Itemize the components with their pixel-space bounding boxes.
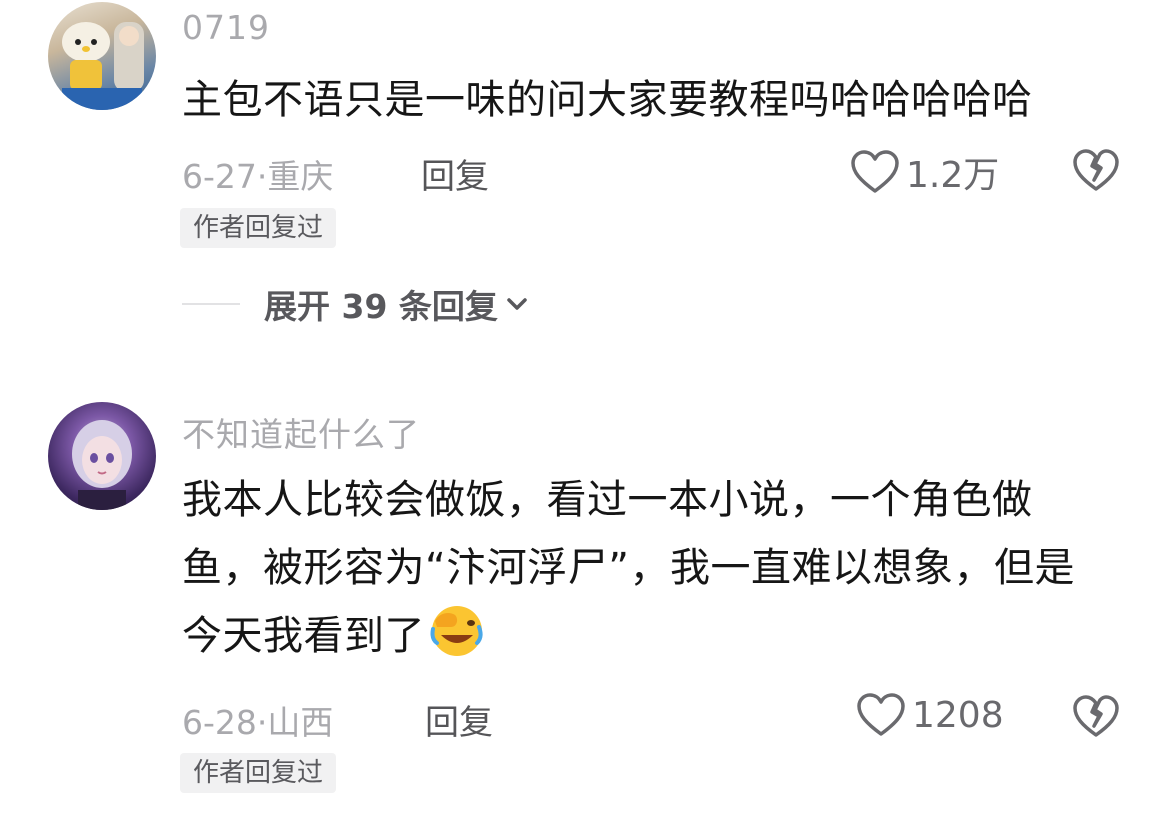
heart-icon [851, 150, 899, 193]
heart-icon [857, 693, 905, 736]
comment-text: 主包不语只是一味的问大家要教程吗哈哈哈哈哈 [182, 77, 1033, 123]
comment-date: 6-27 [182, 157, 257, 196]
broken-heart-icon [1073, 149, 1119, 191]
dislike-button[interactable] [1072, 148, 1120, 196]
meta-separator: · [256, 703, 268, 742]
author-replied-badge: 作者回复过 [180, 208, 337, 248]
comment-location: 重庆 [267, 157, 334, 196]
author-replied-badge: 作者回复过 [180, 753, 337, 793]
avatar[interactable] [48, 402, 156, 510]
comment-date: 6-28 [182, 703, 257, 742]
comment-text-block: 我本人比较会做饭，看过一本小说，一个角色做鱼，被形容为“汴河浮尸”，我一直难以想… [182, 466, 1112, 670]
expand-replies-button[interactable]: 展开 39 条回复 [182, 280, 530, 328]
chevron-down-icon [507, 298, 527, 310]
meta-separator: · [256, 157, 268, 196]
divider-line [182, 303, 240, 305]
expand-replies-label: 展开 39 条回复 [264, 287, 498, 326]
comment-meta: 6-28·山西 [182, 696, 333, 744]
broken-heart-icon [1073, 695, 1119, 737]
comment-username[interactable]: 不知道起什么了 [182, 408, 420, 456]
comment-text: 我本人比较会做饭，看过一本小说，一个角色做鱼，被形容为“汴河浮尸”，我一直难以想… [182, 477, 1075, 659]
like-button[interactable]: 1.2万 [850, 146, 999, 198]
reply-button[interactable]: 回复 [425, 695, 493, 744]
like-count: 1208 [912, 694, 1004, 736]
like-button[interactable]: 1208 [856, 692, 1004, 738]
comment-username[interactable]: 0719 [182, 8, 270, 47]
facepalm-laughing-emoji-icon [429, 603, 485, 659]
comment-meta: 6-27·重庆 [182, 150, 333, 198]
comment-location: 山西 [267, 703, 334, 742]
reply-button[interactable]: 回复 [421, 149, 489, 198]
dislike-button[interactable] [1072, 694, 1120, 742]
avatar[interactable] [48, 2, 156, 110]
like-count: 1.2万 [906, 155, 1000, 196]
